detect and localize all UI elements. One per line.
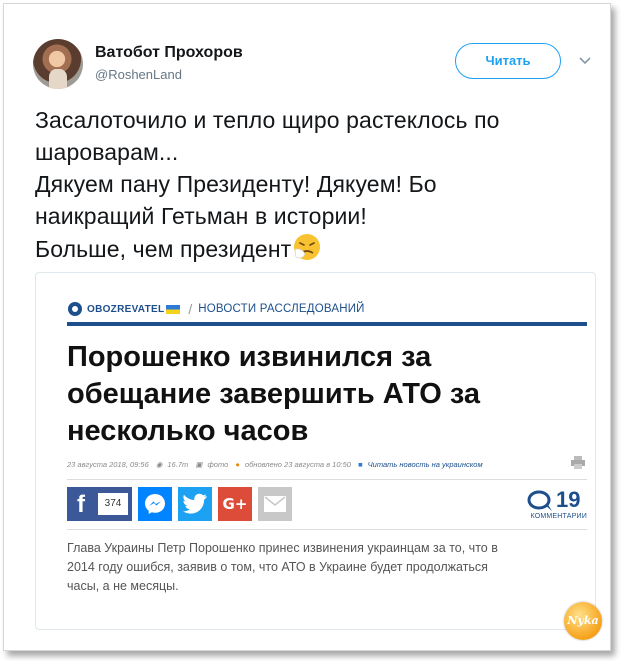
follow-button[interactable]: Читать <box>455 43 561 79</box>
facebook-icon: f <box>77 491 85 518</box>
print-icon[interactable] <box>571 456 585 469</box>
publish-date: 23 августа 2018, 09:56 <box>67 460 149 469</box>
chevron-down-icon[interactable] <box>578 54 592 68</box>
twitter-bird-icon <box>183 493 207 514</box>
camera-icon: ▣ <box>195 460 203 469</box>
article-meta: 23 августа 2018, 09:56 ◉ 16.7т ▣ фото ● обн… <box>67 460 587 472</box>
divider <box>67 479 587 480</box>
messenger-share-button[interactable] <box>138 487 172 521</box>
facebook-share-count: 374 <box>98 493 128 515</box>
headline-line: Порошенко извинился за <box>67 341 432 373</box>
article-preview[interactable]: OBOZREVATEL / НОВОСТИ РАССЛЕДОВАНИЙ Поро… <box>35 272 596 630</box>
view-count: 16.7т <box>167 460 189 469</box>
sneezing-face-emoji-icon <box>292 232 322 262</box>
google-plus-share-button[interactable]: G+ <box>218 487 252 521</box>
author-handle[interactable]: @RoshenLand <box>95 67 182 82</box>
site-header: OBOZREVATEL / НОВОСТИ РАССЛЕДОВАНИЙ <box>67 300 365 318</box>
lead-line: часы, а не месяцы. <box>67 579 179 593</box>
ukraine-flag-icon: ■ <box>358 460 363 469</box>
obozrevatel-logo-icon <box>68 302 82 316</box>
lead-line: 2014 году ошибся, заявив о том, что АТО … <box>67 560 488 574</box>
article-lead: Глава Украины Петр Порошенко принес изви… <box>67 539 587 596</box>
comments-label: КОММЕНТАРИИ <box>530 513 587 520</box>
comments-count: 19 <box>556 487 581 512</box>
tweet-line: шароварам... <box>35 139 179 165</box>
messenger-icon <box>145 494 165 514</box>
divider <box>67 529 587 530</box>
tweet-line: Засалоточило и тепло щиро растеклось по <box>35 107 500 133</box>
eye-icon: ◉ <box>155 460 163 469</box>
lead-line: Глава Украины Петр Порошенко принес изви… <box>67 541 498 555</box>
tweet-line: наикращий Гетьман в истории! <box>35 203 367 229</box>
photo-label: фото <box>207 460 229 469</box>
nyka-watermark-logo: Nyka <box>564 602 602 640</box>
author-name[interactable]: Ватобот Прохоров <box>95 44 243 62</box>
facebook-share-button[interactable]: f 374 <box>67 487 132 521</box>
article-headline[interactable]: Порошенко извинился за обещание завершит… <box>67 339 587 450</box>
avatar[interactable] <box>33 39 83 89</box>
tweet-text: Засалоточило и тепло щиро растеклось по … <box>35 104 595 265</box>
envelope-icon <box>264 496 286 512</box>
share-bar: f 374 G+ <box>67 487 292 521</box>
clock-icon: ● <box>235 460 240 469</box>
email-share-button[interactable] <box>258 487 292 521</box>
tweet-line-last: Больше, чем президент <box>35 232 595 265</box>
updated-label: обновлено 23 августа в 10:50 <box>244 460 351 469</box>
tweet-line: Дякуем пану Президенту! Дякуем! Бо <box>35 171 437 197</box>
section-link[interactable]: НОВОСТИ РАССЛЕДОВАНИЙ <box>198 303 364 315</box>
tweet-card: Ватобот Прохоров @RoshenLand Читать Заса… <box>3 3 611 651</box>
header-rule <box>67 322 587 326</box>
headline-line: несколько часов <box>67 415 309 447</box>
twitter-share-button[interactable] <box>178 487 212 521</box>
google-plus-icon: G+ <box>222 495 248 513</box>
ukraine-flag-icon <box>166 304 181 314</box>
speech-bubbles-icon <box>527 490 552 511</box>
tweet-line: Больше, чем президент <box>35 236 292 262</box>
site-name[interactable]: OBOZREVATEL <box>87 304 164 315</box>
headline-line: обещание завершить АТО за <box>67 378 481 410</box>
breadcrumb-separator: / <box>188 301 193 317</box>
read-ukrainian-link[interactable]: Читать новость на украинском <box>368 460 483 469</box>
comments-link[interactable]: 19 КОММЕНТАРИИ <box>521 487 587 523</box>
